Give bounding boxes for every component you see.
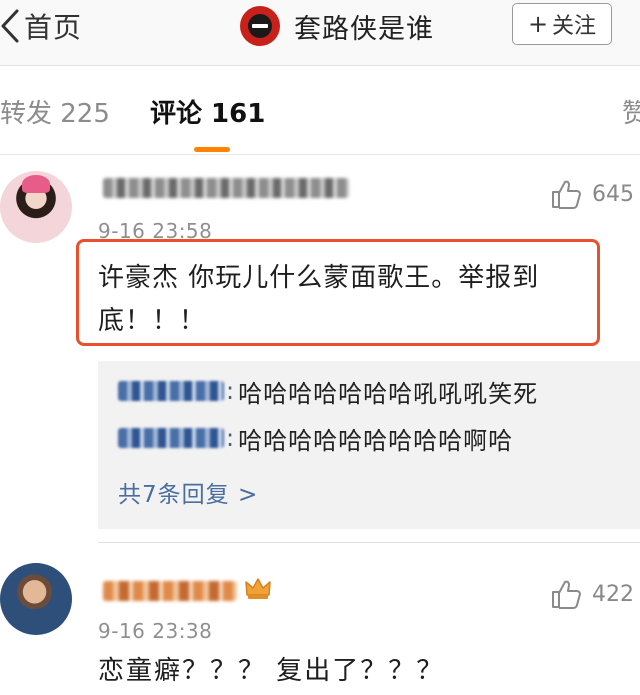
like-count: 645 — [592, 181, 634, 207]
reply-author-blurred[interactable] — [118, 381, 224, 401]
reply-text: 哈哈哈哈哈哈哈吼吼吼笑死 — [238, 379, 539, 408]
back-label: 首页 — [24, 11, 83, 44]
comment-item: 9-16 23:38 422 恋童癖？？？ 复出了？？？ — [0, 543, 640, 695]
reply-item[interactable]: : 哈哈哈哈哈哈哈哈哈啊哈 — [118, 423, 514, 455]
comment-text: 恋童癖？？？ 复出了？？？ — [98, 656, 445, 686]
like-count: 422 — [592, 581, 634, 607]
tab-likes[interactable]: 赞 — [622, 93, 640, 130]
comment-text: 许豪杰 你玩儿什么蒙面歌王。举报到底！！！ — [98, 263, 540, 336]
reply-text: 哈哈哈哈哈哈哈哈哈啊哈 — [238, 426, 514, 455]
top-nav-bar: 首页 套路侠是谁 + 关注 — [0, 0, 640, 66]
reply-item[interactable]: : 哈哈哈哈哈哈哈吼吼吼笑死 — [118, 376, 539, 408]
reply-separator: : — [226, 424, 235, 452]
profile-title[interactable]: 套路侠是谁 — [240, 4, 434, 48]
commenter-avatar[interactable] — [0, 171, 72, 243]
commenter-name-blurred[interactable] — [103, 178, 349, 198]
follow-button[interactable]: + 关注 — [512, 3, 612, 45]
commenter-avatar[interactable] — [0, 563, 72, 635]
reply-author-blurred[interactable] — [118, 428, 224, 448]
reply-separator: : — [226, 377, 235, 405]
like-button[interactable]: 645 — [550, 178, 634, 210]
tab-bar: 转发 225 评论 161 赞 — [0, 67, 640, 155]
profile-name: 套路侠是谁 — [294, 13, 434, 45]
profile-avatar — [240, 6, 280, 46]
reply-preview-box[interactable]: : 哈哈哈哈哈哈哈吼吼吼笑死 : 哈哈哈哈哈哈哈哈哈啊哈 共7条回复 > — [98, 361, 640, 529]
commenter-name-blurred[interactable] — [103, 581, 237, 601]
comment-time: 9-16 23:38 — [98, 619, 213, 643]
tab-repost[interactable]: 转发 225 — [0, 93, 110, 130]
more-replies-link[interactable]: 共7条回复 > — [118, 475, 258, 509]
follow-label: 关注 — [552, 14, 597, 39]
back-button[interactable]: 首页 — [0, 6, 82, 46]
chevron-left-icon — [1, 9, 19, 43]
tab-comments[interactable]: 评论 161 — [150, 93, 265, 130]
like-button[interactable]: 422 — [550, 578, 634, 610]
plus-icon: + — [527, 10, 549, 38]
thumbs-up-icon — [552, 580, 581, 609]
comment-item: 9-16 23:58 645 许豪杰 你玩儿什么蒙面歌王。举报到底！！！ : 哈… — [0, 156, 640, 543]
thumbs-up-icon — [552, 180, 581, 209]
crown-badge-icon — [245, 578, 271, 599]
active-tab-indicator — [194, 147, 230, 152]
